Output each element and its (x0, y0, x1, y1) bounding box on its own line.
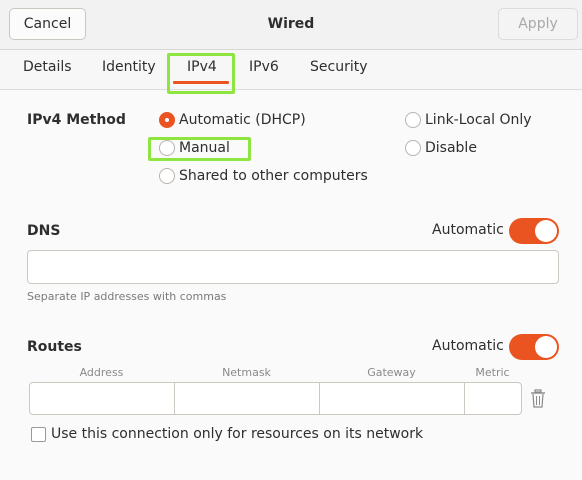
dns-input[interactable] (27, 250, 559, 284)
ipv4-method-label: IPv4 Method (27, 112, 126, 128)
dns-automatic-switch[interactable] (509, 218, 559, 244)
radio-link-local-label: Link-Local Only (425, 112, 532, 128)
route-metric-input[interactable] (464, 382, 522, 415)
column-header-address: Address (79, 366, 124, 379)
tab-bar: Details Identity IPv4 IPv6 Security (0, 50, 582, 90)
radio-shared-label: Shared to other computers (179, 168, 368, 184)
route-netmask-input[interactable] (174, 382, 320, 415)
radio-button-icon (405, 112, 421, 128)
tab-security[interactable]: Security (310, 50, 368, 90)
header-bar: Cancel Wired Apply (0, 0, 582, 50)
route-row (29, 382, 549, 415)
radio-link-local-only[interactable]: Link-Local Only (405, 112, 532, 128)
tab-details[interactable]: Details (23, 50, 72, 90)
dns-automatic-label: Automatic (432, 222, 504, 238)
route-address-input[interactable] (29, 382, 175, 415)
radio-automatic-dhcp[interactable]: Automatic (DHCP) (159, 112, 306, 128)
routes-label: Routes (27, 339, 82, 355)
routes-automatic-label: Automatic (432, 338, 504, 354)
radio-button-checked-icon (159, 112, 175, 128)
only-local-resources-label: Use this connection only for resources o… (51, 426, 424, 442)
checkbox-icon (31, 426, 46, 442)
column-header-netmask: Netmask (222, 366, 271, 379)
dialog-title: Wired (267, 16, 315, 32)
column-header-gateway: Gateway (367, 366, 416, 379)
routes-automatic-switch[interactable] (509, 334, 559, 360)
ipv4-tab-highlight-box (167, 53, 235, 94)
tab-ipv6[interactable]: IPv6 (249, 50, 279, 90)
radio-disable[interactable]: Disable (405, 140, 477, 156)
dns-label: DNS (27, 223, 61, 239)
dns-hint: Separate IP addresses with commas (27, 290, 227, 303)
radio-automatic-dhcp-label: Automatic (DHCP) (179, 112, 306, 128)
switch-knob (535, 220, 557, 242)
only-local-resources-checkbox[interactable]: Use this connection only for resources o… (31, 426, 423, 442)
switch-knob (535, 336, 557, 358)
radio-shared[interactable]: Shared to other computers (159, 168, 368, 184)
column-header-metric: Metric (475, 366, 510, 379)
trash-icon[interactable] (530, 389, 546, 409)
radio-button-icon (405, 140, 421, 156)
route-gateway-input[interactable] (319, 382, 465, 415)
manual-highlight-box (148, 137, 251, 161)
apply-button[interactable]: Apply (498, 8, 578, 40)
tab-identity[interactable]: Identity (102, 50, 156, 90)
radio-button-icon (159, 168, 175, 184)
radio-disable-label: Disable (425, 140, 477, 156)
